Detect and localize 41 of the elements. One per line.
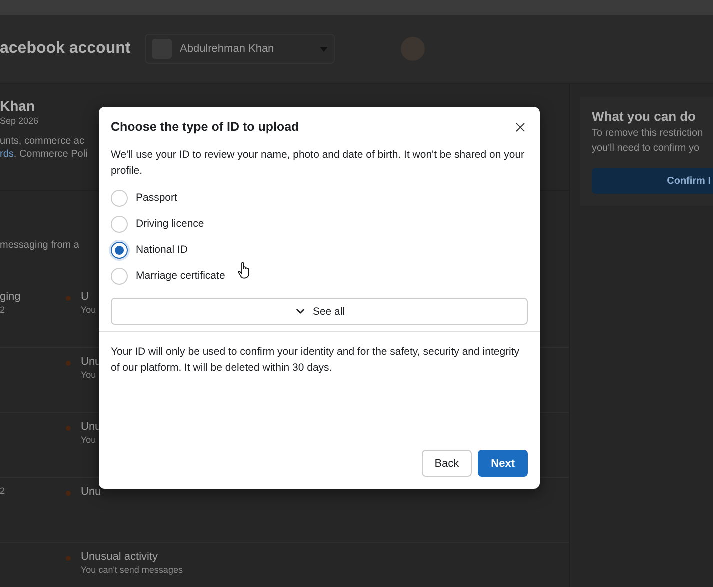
see-all-button[interactable]: See all [111, 298, 528, 325]
profile-name: Khan [0, 98, 36, 114]
card-text: To remove this restriction [592, 128, 704, 139]
row-detail: You [81, 305, 96, 315]
page-title: acebook account [0, 40, 132, 58]
account-name: Abdulrehman Khan [180, 43, 276, 55]
id-option[interactable]: Driving licence [111, 211, 528, 237]
row-detail: You [81, 435, 98, 445]
status-dot [66, 491, 71, 496]
caret-icon [320, 46, 328, 52]
card-text: you'll need to confirm yo [592, 143, 701, 154]
back-button[interactable]: Back [422, 450, 472, 477]
pointer-hand-icon [238, 262, 251, 279]
row-label: ging [0, 291, 22, 303]
id-option[interactable]: National ID [111, 237, 528, 263]
radio-button[interactable] [111, 242, 128, 258]
row-sublabel: 2 [0, 486, 6, 496]
id-option[interactable]: Passport [111, 185, 528, 211]
profile-date: Sep 2026 [0, 116, 40, 126]
account-selector[interactable]: Abdulrehman Khan [145, 34, 335, 64]
profile-text: unts, commerce ac [0, 136, 86, 147]
row-title: Unu [81, 486, 102, 498]
dialog-title: Choose the type of ID to upload [111, 120, 300, 134]
card-title: What you can do [592, 109, 697, 124]
row-title: Unusual activity [81, 551, 160, 563]
id-option[interactable]: Marriage certificate [111, 263, 528, 289]
status-dot [66, 361, 71, 366]
policy-link[interactable]: rds [0, 149, 14, 160]
confirm-button[interactable]: Confirm I [592, 168, 713, 194]
row-detail: You [81, 370, 98, 380]
status-dot [66, 426, 71, 431]
notice-text: messaging from a [0, 240, 80, 251]
next-button[interactable]: Next [478, 450, 528, 477]
privacy-note: Your ID will only be used to confirm your identity and for the safety, security and integrity of our platform. It will be deleted within 30 days. [111, 345, 521, 376]
row-sublabel: 2 [0, 305, 6, 315]
status-dot [66, 296, 71, 301]
dialog-description: We'll use your ID to review your name, photo and date of birth. It won't be shared on your profile. [111, 148, 526, 179]
row-detail: You can't send messages [81, 565, 183, 575]
row-title: U [81, 291, 90, 303]
restriction-row[interactable]: Unusual activity You can't send messages [0, 543, 569, 587]
status-dot [66, 556, 71, 561]
